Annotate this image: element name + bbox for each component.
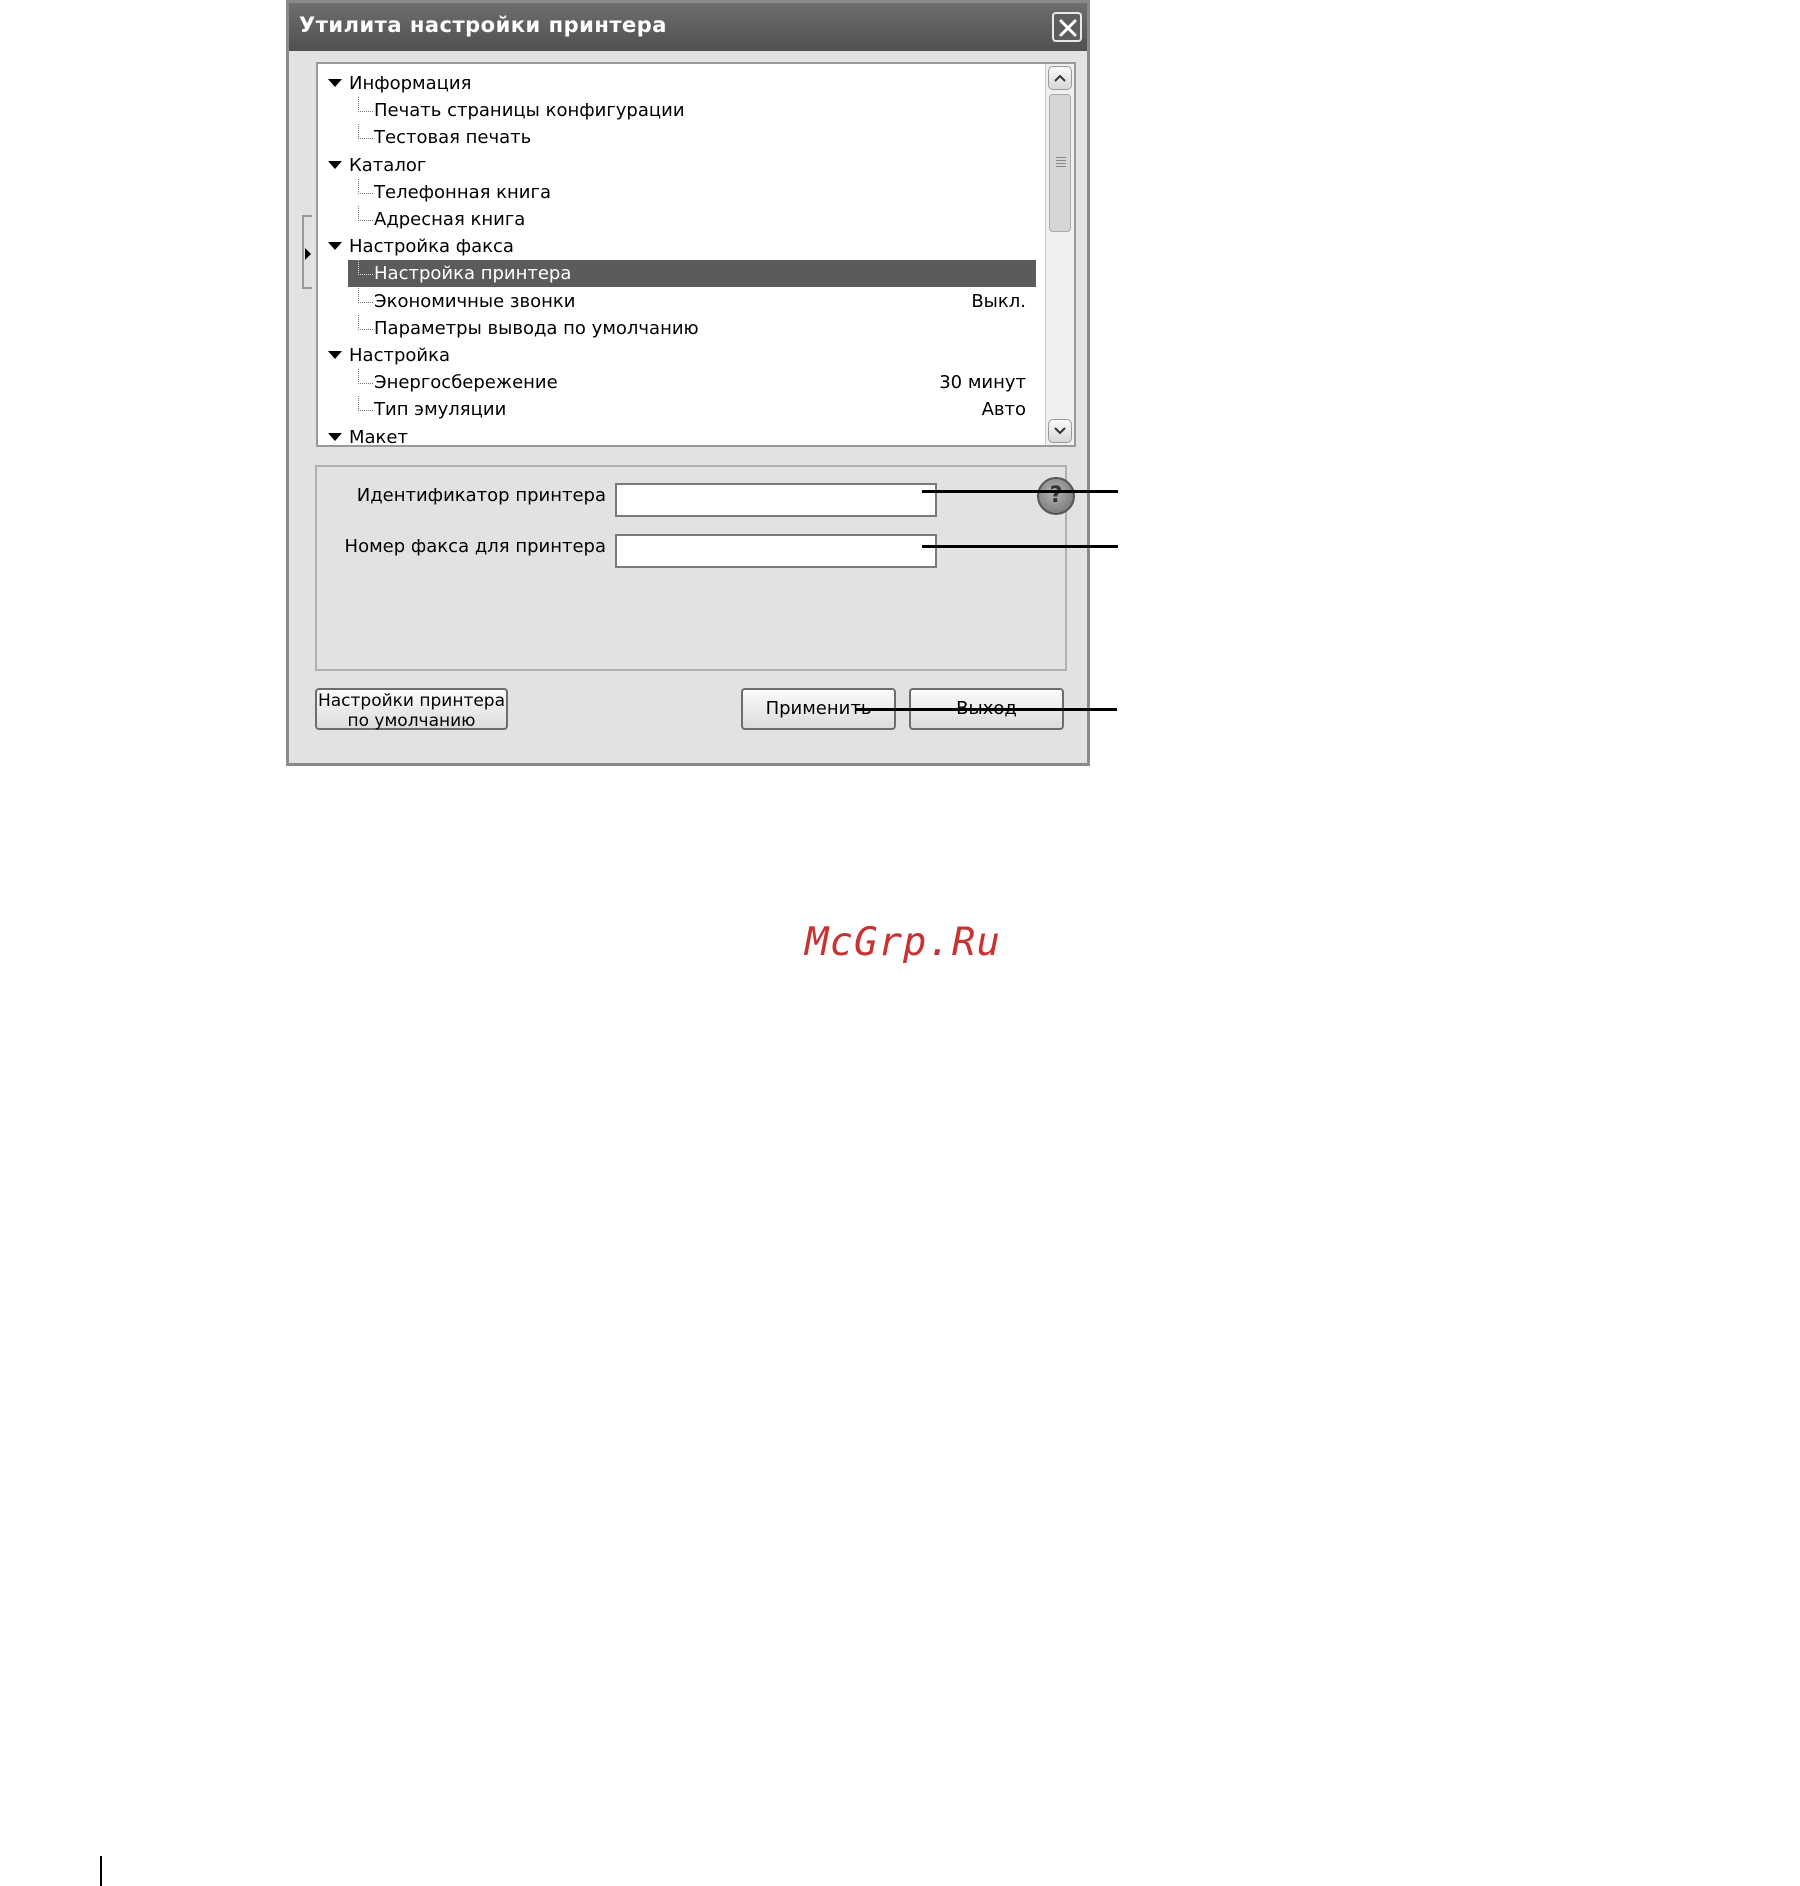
tree-connector <box>358 287 373 303</box>
title-bar[interactable]: Утилита настройки принтера <box>289 3 1087 51</box>
tree-row-label: Каталог <box>349 154 427 176</box>
tree-row-label: Телефонная книга <box>374 181 551 203</box>
scroll-grip-icon <box>1056 157 1066 169</box>
tree-connector <box>358 124 373 140</box>
tree-row-label: Макет <box>349 426 408 447</box>
tree-row-label: Настройка принтера <box>374 263 572 285</box>
printer-id-input[interactable] <box>615 483 937 517</box>
tree-connector <box>358 97 373 113</box>
settings-tree[interactable]: Информация Печать страницы конфигурации Те… <box>316 62 1076 447</box>
expand-triangle-icon[interactable] <box>328 160 342 169</box>
tree-item[interactable]: Энергосбережение 30 минут <box>318 369 1038 396</box>
tree-row-value: Выкл. <box>971 290 1026 312</box>
printer-defaults-label-line1: Настройки принтера <box>317 691 506 711</box>
tree-row-label: Энергосбережение <box>374 372 558 394</box>
window-title: Утилита настройки принтера <box>299 13 667 37</box>
tree-row-label: Адресная книга <box>374 209 526 230</box>
tree-category[interactable]: Информация <box>318 70 1038 97</box>
printer-id-label: Идентификатор принтера <box>356 485 606 506</box>
printer-defaults-button[interactable]: Настройки принтера по умолчанию <box>315 688 508 731</box>
fax-number-label: Номер факса для принтера <box>344 536 606 557</box>
tree-connector <box>358 260 373 276</box>
callout-line-printer-id <box>922 490 1118 493</box>
expand-arrow-icon <box>305 248 311 260</box>
close-button[interactable] <box>1052 12 1082 42</box>
side-panel-toggle[interactable] <box>302 215 312 289</box>
tree-row-label: Информация <box>349 73 472 94</box>
tree-item[interactable]: Тестовая печать <box>318 124 1038 151</box>
tree-item[interactable]: Тип эмуляции Авто <box>318 396 1038 423</box>
tree-category[interactable]: Макет <box>318 424 1038 447</box>
fax-number-input[interactable] <box>615 534 937 568</box>
tree-item[interactable]: Настройка принтера <box>348 260 1036 288</box>
tree-row-label: Тестовая печать <box>374 127 532 149</box>
close-icon <box>1059 19 1077 37</box>
tree-scrollbar[interactable] <box>1045 64 1074 445</box>
tree-category[interactable]: Настройка факса <box>318 233 1038 260</box>
printer-settings-dialog: Утилита настройки принтера Информация Печ… <box>286 0 1090 766</box>
expand-triangle-icon[interactable] <box>328 432 342 441</box>
tree-row-label: Параметры вывода по умолчанию <box>374 317 699 339</box>
scroll-up-button[interactable] <box>1048 66 1072 90</box>
tree-item[interactable]: Телефонная книга <box>318 178 1038 206</box>
tree-row-label: Печать страницы конфигурации <box>374 100 685 122</box>
scroll-thumb[interactable] <box>1049 94 1071 232</box>
page-margin-rule <box>100 1856 102 1886</box>
tree-connector <box>358 206 373 221</box>
tree-row-label: Настройка <box>349 345 450 366</box>
tree-row-label: Экономичные звонки <box>374 290 576 312</box>
scroll-down-button[interactable] <box>1048 419 1072 443</box>
tree-item[interactable]: Параметры вывода по умолчанию <box>318 314 1038 342</box>
tree-connector <box>358 178 373 194</box>
callout-line-apply <box>855 708 1117 711</box>
tree-item[interactable]: Экономичные звонки Выкл. <box>318 287 1038 315</box>
tree-row-label: Тип эмуляции <box>374 399 507 421</box>
tree-item[interactable]: Адресная книга <box>318 206 1038 233</box>
watermark: McGrp.Ru <box>805 920 1001 965</box>
tree-category[interactable]: Настройка <box>318 342 1038 369</box>
chevron-up-icon <box>1054 74 1066 82</box>
tree-connector <box>358 396 373 412</box>
expand-triangle-icon[interactable] <box>328 242 342 251</box>
expand-triangle-icon[interactable] <box>328 351 342 359</box>
help-glyph: ? <box>1049 483 1063 508</box>
chevron-down-icon <box>1054 427 1066 435</box>
tree-row-label: Настройка факса <box>349 236 514 258</box>
expand-triangle-icon[interactable] <box>328 79 342 87</box>
tree-connector <box>358 369 373 385</box>
tree-row-value: Авто <box>981 399 1026 421</box>
tree-row-value: 30 минут <box>939 372 1026 394</box>
settings-panel: Идентификатор принтера Номер факса для п… <box>315 465 1075 671</box>
printer-defaults-label-line2: по умолчанию <box>347 711 476 731</box>
tree-item[interactable]: Печать страницы конфигурации <box>318 97 1038 124</box>
tree-connector <box>358 314 373 330</box>
help-icon[interactable]: ? <box>1037 477 1075 515</box>
tree-category[interactable]: Каталог <box>318 152 1038 179</box>
callout-line-fax-number <box>922 545 1118 548</box>
